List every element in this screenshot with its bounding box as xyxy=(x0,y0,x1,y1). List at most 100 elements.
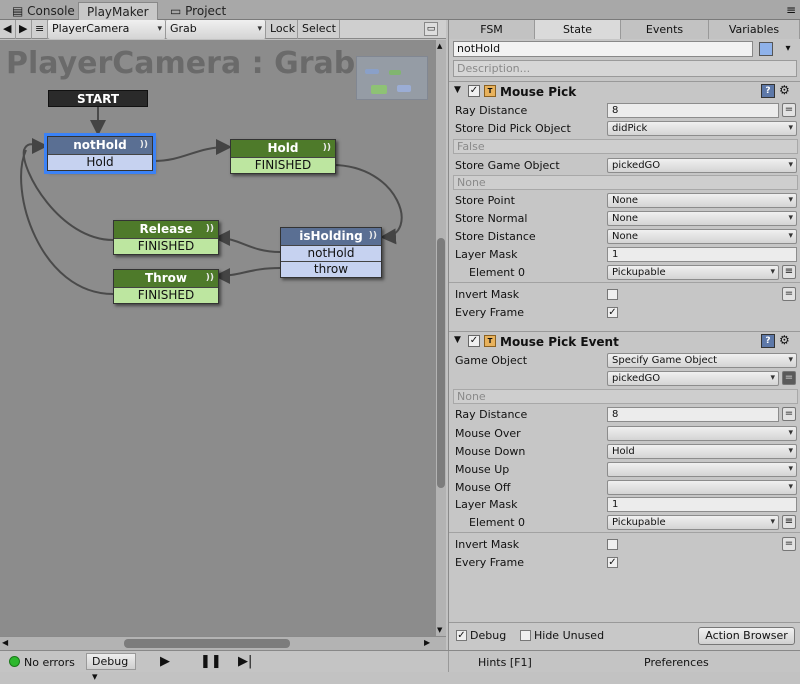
tab-state[interactable]: State xyxy=(535,20,621,39)
tab-project[interactable]: ▭ Project xyxy=(162,2,234,20)
error-count[interactable]: No errors xyxy=(24,656,75,669)
start-node[interactable]: START xyxy=(48,90,148,107)
picked-go-dropdown[interactable]: pickedGO xyxy=(607,371,779,386)
graph-horizontal-scrollbar[interactable]: ◀ ▶ xyxy=(0,636,446,650)
list-options-button[interactable]: ≡ xyxy=(782,515,796,529)
mouse-over-dropdown[interactable] xyxy=(607,426,797,441)
play-icon[interactable]: ▶ xyxy=(160,654,170,669)
tab-events[interactable]: Events xyxy=(621,20,709,39)
action-browser-button[interactable]: Action Browser xyxy=(698,627,795,645)
layer-mask-input[interactable]: 1 xyxy=(607,497,797,512)
state-node-nothold[interactable]: notHold)) Hold xyxy=(44,133,156,174)
tab-console[interactable]: ▤ Console xyxy=(4,2,83,20)
layer-mask-input[interactable]: 1 xyxy=(607,247,797,262)
debug-label: Debug xyxy=(470,629,507,642)
state-node-isholding[interactable]: isHolding)) notHold throw xyxy=(280,227,382,278)
state-color-swatch[interactable] xyxy=(759,42,773,56)
inspector-footer: ✓ Debug Hide Unused Action Browser xyxy=(449,622,800,650)
list-options-button[interactable]: ≡ xyxy=(782,265,796,279)
ray-distance-input[interactable]: 8 xyxy=(607,103,779,118)
status-bar: No errors Debug ▾ ▶ ❚❚ ▶| Hints [F1] Pre… xyxy=(0,650,800,683)
variable-toggle-button[interactable]: = xyxy=(782,103,796,117)
step-icon[interactable]: ▶| xyxy=(238,654,252,669)
debug-mode-dropdown[interactable]: Debug ▾ xyxy=(86,653,136,683)
hints-button[interactable]: Hints [F1] xyxy=(478,656,532,669)
help-icon[interactable]: ? xyxy=(761,334,775,348)
enable-checkbox[interactable]: ✓ xyxy=(468,85,480,97)
element-0-dropdown[interactable]: Pickupable xyxy=(607,515,779,530)
state-node-throw[interactable]: Throw)) FINISHED xyxy=(113,269,219,304)
mouse-down-dropdown[interactable]: Hold xyxy=(607,444,797,459)
lock-button[interactable]: Lock xyxy=(266,20,298,39)
scroll-right-icon[interactable]: ▶ xyxy=(424,638,430,647)
scrollbar-thumb[interactable] xyxy=(124,639,290,648)
transition-event[interactable]: FINISHED xyxy=(231,157,335,173)
hint-field: None xyxy=(453,175,798,190)
invert-mask-checkbox[interactable] xyxy=(607,289,618,300)
gear-icon[interactable]: ⚙ xyxy=(779,83,790,97)
action-header-mouse-pick[interactable]: ▼ ✓ T Mouse Pick ? ⚙ xyxy=(449,81,800,101)
scroll-left-icon[interactable]: ◀ xyxy=(2,638,8,647)
transition-event[interactable]: FINISHED xyxy=(114,287,218,303)
hide-unused-checkbox[interactable] xyxy=(520,630,531,641)
graph-vertical-scrollbar[interactable]: ▲ ▼ xyxy=(436,40,446,636)
preferences-button[interactable]: Preferences xyxy=(644,656,709,669)
store-normal-dropdown[interactable]: None xyxy=(607,211,797,226)
game-object-dropdown[interactable]: Specify Game Object xyxy=(607,353,797,368)
did-pick-dropdown[interactable]: didPick xyxy=(607,121,797,136)
object-select[interactable]: PlayerCamera xyxy=(48,20,166,39)
state-name: isHolding xyxy=(299,229,363,243)
variable-toggle-button[interactable]: = xyxy=(782,537,796,551)
gear-icon[interactable]: ⚙ xyxy=(779,333,790,347)
menu-icon[interactable]: ≡ xyxy=(32,20,48,39)
debug-checkbox[interactable]: ✓ xyxy=(456,630,467,641)
ray-distance-input[interactable]: 8 xyxy=(607,407,779,422)
scrollbar-thumb[interactable] xyxy=(437,238,445,488)
state-name: Release xyxy=(139,222,193,236)
collapse-arrow-icon[interactable]: ▼ xyxy=(454,335,461,345)
variable-toggle-button[interactable]: = xyxy=(782,407,796,421)
field-mouse-down: Mouse Down Hold xyxy=(453,443,798,461)
enable-checkbox[interactable]: ✓ xyxy=(468,335,480,347)
select-button[interactable]: Select xyxy=(298,20,340,39)
action-header-mouse-pick-event[interactable]: ▼ ✓ T Mouse Pick Event ? ⚙ xyxy=(449,331,800,351)
variable-toggle-button[interactable]: = xyxy=(782,371,796,385)
tab-playmaker[interactable]: PlayMaker xyxy=(78,2,158,20)
field-store-normal: Store Normal None xyxy=(453,210,798,228)
mouse-off-dropdown[interactable] xyxy=(607,480,797,495)
collapse-arrow-icon[interactable]: ▼ xyxy=(454,85,461,95)
store-game-object-dropdown[interactable]: pickedGO xyxy=(607,158,797,173)
forward-arrow-icon[interactable]: ▶ xyxy=(16,20,32,39)
mouse-up-dropdown[interactable] xyxy=(607,462,797,477)
state-menu-icon[interactable]: ▾ xyxy=(779,41,797,57)
help-icon[interactable]: ? xyxy=(761,84,775,98)
field-layer-mask-2: Layer Mask 1 xyxy=(453,496,798,514)
state-name-field[interactable]: notHold xyxy=(453,41,753,57)
state-name: Throw xyxy=(145,271,187,285)
state-name: notHold xyxy=(73,138,127,152)
variable-toggle-button[interactable]: = xyxy=(782,287,796,301)
pause-icon[interactable]: ❚❚ xyxy=(200,654,222,669)
tab-fsm[interactable]: FSM xyxy=(449,20,535,39)
transition-event[interactable]: notHold xyxy=(281,245,381,261)
invert-mask-checkbox[interactable] xyxy=(607,539,618,550)
transition-event[interactable]: Hold xyxy=(48,154,152,170)
description-field[interactable]: Description... xyxy=(453,60,797,77)
tab-variables[interactable]: Variables xyxy=(709,20,800,39)
fsm-select[interactable]: Grab xyxy=(166,20,266,39)
store-distance-dropdown[interactable]: None xyxy=(607,229,797,244)
state-node-release[interactable]: Release)) FINISHED xyxy=(113,220,219,255)
transition-event[interactable]: throw xyxy=(281,261,381,277)
every-frame-checkbox[interactable]: ✓ xyxy=(607,307,618,318)
scroll-up-icon[interactable]: ▲ xyxy=(437,42,442,50)
minimap-toggle-icon[interactable]: ▭ xyxy=(424,22,438,36)
back-arrow-icon[interactable]: ◀ xyxy=(0,20,16,39)
element-0-dropdown[interactable]: Pickupable xyxy=(607,265,779,280)
every-frame-checkbox[interactable]: ✓ xyxy=(607,557,618,568)
tab-menu-icon[interactable]: ≡ xyxy=(786,3,796,17)
transition-event[interactable]: FINISHED xyxy=(114,238,218,254)
state-node-hold[interactable]: Hold)) FINISHED xyxy=(230,139,336,174)
scroll-down-icon[interactable]: ▼ xyxy=(437,626,442,634)
store-point-dropdown[interactable]: None xyxy=(607,193,797,208)
fsm-graph-canvas[interactable]: PlayerCamera : Grab START notHold)) Hold… xyxy=(0,40,446,636)
